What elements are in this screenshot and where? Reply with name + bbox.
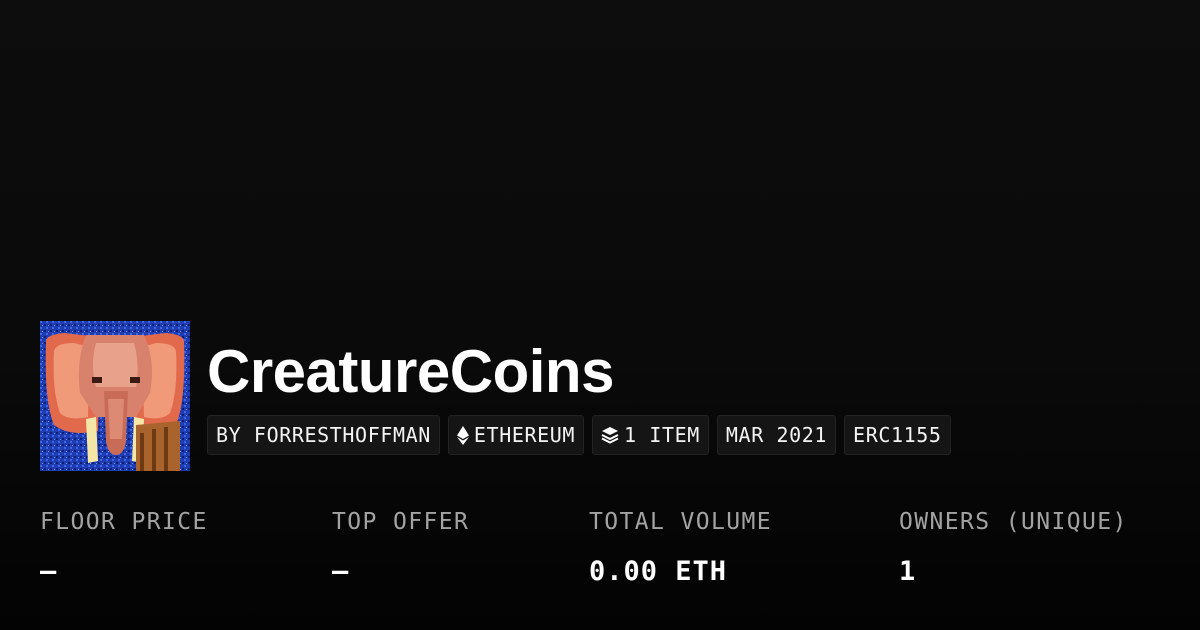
collection-avatar (40, 321, 190, 471)
chain-chip[interactable]: ETHEREUM (447, 415, 585, 455)
date-chip[interactable]: MAR 2021 (716, 415, 837, 455)
owners-label: OWNERS (UNIQUE) (899, 509, 1128, 535)
collection-title: CreatureCoins (207, 338, 614, 405)
layers-icon (601, 426, 619, 444)
floor-price-label: FLOOR PRICE (40, 509, 208, 535)
creator-chip-label: BY FORRESTHOFFMAN (216, 423, 431, 447)
items-chip-label: 1 ITEM (624, 423, 700, 447)
top-offer-label: TOP OFFER (332, 509, 470, 535)
total-volume-stat: TOTAL VOLUME 0.00 ETH (589, 506, 772, 588)
ethereum-icon (456, 425, 469, 445)
total-volume-label: TOTAL VOLUME (589, 509, 772, 535)
total-volume-value: 0.00 ETH (589, 556, 728, 587)
items-chip[interactable]: 1 ITEM (592, 415, 709, 455)
floor-price-stat: FLOOR PRICE – (40, 506, 208, 588)
token-standard-chip[interactable]: ERC1155 (844, 415, 951, 455)
floor-price-value: – (40, 556, 58, 587)
collection-meta-chips: BY FORRESTHOFFMAN ETHEREUM 1 ITEM MAR 20… (207, 415, 951, 455)
chain-chip-label: ETHEREUM (473, 423, 576, 447)
top-offer-stat: TOP OFFER – (332, 506, 469, 588)
owners-stat: OWNERS (UNIQUE) 1 (899, 506, 1128, 588)
pixel-elephant-avatar-icon (40, 321, 190, 471)
top-offer-value: – (332, 556, 350, 587)
collection-card: CreatureCoins BY FORRESTHOFFMAN ETHEREUM (0, 0, 1200, 630)
date-chip-label: MAR 2021 (725, 423, 828, 447)
token-standard-chip-label: ERC1155 (853, 423, 942, 447)
creator-chip[interactable]: BY FORRESTHOFFMAN (207, 415, 440, 455)
owners-value: 1 (899, 556, 917, 587)
